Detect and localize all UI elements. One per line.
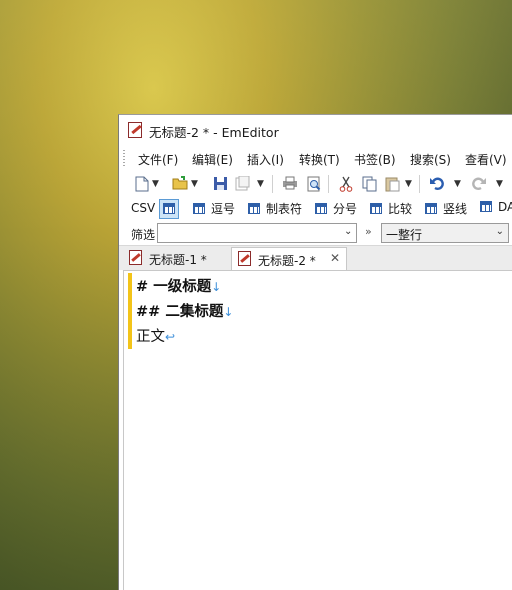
app-document-icon — [128, 122, 142, 138]
filter-dropdown-icon[interactable]: ⌄ — [344, 226, 352, 237]
filter-toolbar: 筛选 ⌄ » 一整行 ⌄ — [119, 221, 512, 245]
document-icon — [129, 250, 142, 265]
csv-tab-label: 制表符 — [266, 202, 303, 216]
tab-untitled-1[interactable]: 无标题-1 * — [123, 247, 231, 270]
cut-icon[interactable] — [338, 176, 354, 192]
csv-grid-icon — [370, 203, 382, 214]
document-tabs: 无标题-1 * 无标题-2 * ✕ — [119, 245, 512, 270]
csv-pipe-button[interactable]: 竖线 — [425, 200, 467, 218]
csv-da-label: DA — [498, 200, 512, 214]
eol-marker: ↓ — [223, 305, 234, 319]
toolbar-separator — [272, 175, 273, 193]
filter-label: 筛选 — [131, 228, 156, 242]
new-file-dropdown-icon[interactable]: ▼ — [152, 177, 160, 191]
line-text: 正文 — [136, 329, 165, 345]
chevron-down-icon: ⌄ — [495, 226, 504, 237]
emeditor-window: 无标题-2 * - EmEditor 文件(F) 编辑(E) 插入(I) 转换(… — [118, 114, 512, 590]
menu-view[interactable]: 查看(V) — [465, 151, 507, 168]
save-all-icon[interactable] — [234, 175, 250, 192]
redo-dropdown-icon[interactable]: ▼ — [496, 177, 504, 191]
filter-input[interactable] — [157, 223, 357, 243]
toolbar-separator — [419, 175, 420, 193]
menubar-grip[interactable] — [123, 150, 125, 166]
filter-mode-value: 一整行 — [386, 228, 423, 242]
csv-grid-icon — [480, 201, 492, 212]
editor-line-2[interactable]: ## 二集标题↓ — [136, 300, 233, 321]
csv-semicolon-label: 分号 — [333, 202, 358, 216]
undo-dropdown-icon[interactable]: ▼ — [454, 177, 462, 191]
menu-insert[interactable]: 插入(I) — [247, 151, 284, 168]
close-icon[interactable]: ✕ — [330, 251, 340, 265]
csv-comma-label: 逗号 — [211, 202, 236, 216]
document-icon — [238, 251, 251, 266]
csv-label: CSV — [131, 201, 156, 215]
paste-icon[interactable] — [384, 176, 400, 192]
save-dropdown-icon[interactable]: ▼ — [257, 177, 265, 191]
menu-convert[interactable]: 转换(T) — [299, 151, 340, 168]
csv-grid-icon — [315, 203, 327, 214]
watermark — [172, 351, 512, 512]
open-dropdown-icon[interactable]: ▼ — [191, 177, 199, 191]
csv-pipe-label: 竖线 — [443, 202, 468, 216]
editor-line-1[interactable]: # 一级标题↓ — [136, 275, 221, 296]
csv-grid-icon — [163, 203, 175, 214]
menu-bar: 文件(F) 编辑(E) 插入(I) 转换(T) 书签(B) 搜索(S) 查看(V… — [119, 146, 512, 170]
csv-semicolon-button[interactable]: 分号 — [315, 200, 357, 218]
csv-compare-button[interactable]: 比较 — [370, 200, 412, 218]
csv-mode-toggle[interactable] — [159, 199, 179, 219]
print-icon[interactable] — [282, 176, 298, 192]
editor-line-3[interactable]: 正文↩ — [136, 325, 175, 346]
copy-icon[interactable] — [361, 176, 377, 192]
tab-label: 无标题-1 * — [149, 253, 207, 267]
filter-expand-icon[interactable]: » — [365, 225, 372, 238]
csv-compare-label: 比较 — [388, 202, 413, 216]
csv-tab-button[interactable]: 制表符 — [248, 200, 302, 218]
tab-label: 无标题-2 * — [258, 254, 316, 268]
window-title: 无标题-2 * - EmEditor — [149, 125, 279, 140]
main-toolbar: ▼ ▼ ▼ ▼ ▼ ▼ — [119, 171, 512, 197]
menu-edit[interactable]: 编辑(E) — [192, 151, 233, 168]
csv-comma-button[interactable]: 逗号 — [193, 200, 235, 218]
line-text: ## 二集标题 — [136, 304, 224, 320]
print-preview-icon[interactable] — [306, 176, 322, 192]
menu-search[interactable]: 搜索(S) — [410, 151, 451, 168]
eof-marker: ↩ — [165, 330, 176, 344]
csv-grid-icon — [248, 203, 260, 214]
redo-icon[interactable] — [471, 176, 487, 192]
filter-mode-select[interactable]: 一整行 ⌄ — [381, 223, 509, 243]
paste-dropdown-icon[interactable]: ▼ — [405, 177, 413, 191]
toolbar-separator — [328, 175, 329, 193]
csv-da-button[interactable]: DA — [480, 200, 512, 218]
title-bar[interactable]: 无标题-2 * - EmEditor — [119, 115, 512, 145]
tab-untitled-2[interactable]: 无标题-2 * ✕ — [231, 247, 347, 270]
menu-file[interactable]: 文件(F) — [138, 151, 178, 168]
csv-toolbar: CSV 逗号 制表符 分号 比较 竖线 DA — [119, 197, 512, 221]
csv-grid-icon — [193, 203, 205, 214]
eol-marker: ↓ — [211, 280, 222, 294]
line-text: # 一级标题 — [136, 279, 212, 295]
modified-lines-bar — [128, 273, 132, 349]
open-folder-icon[interactable] — [172, 176, 188, 192]
new-file-icon[interactable] — [134, 176, 150, 192]
save-icon[interactable] — [212, 176, 228, 192]
undo-icon[interactable] — [429, 176, 445, 192]
csv-grid-icon — [425, 203, 437, 214]
text-editor[interactable]: # 一级标题↓ ## 二集标题↓ 正文↩ — [123, 270, 512, 590]
menu-bookmark[interactable]: 书签(B) — [354, 151, 396, 168]
